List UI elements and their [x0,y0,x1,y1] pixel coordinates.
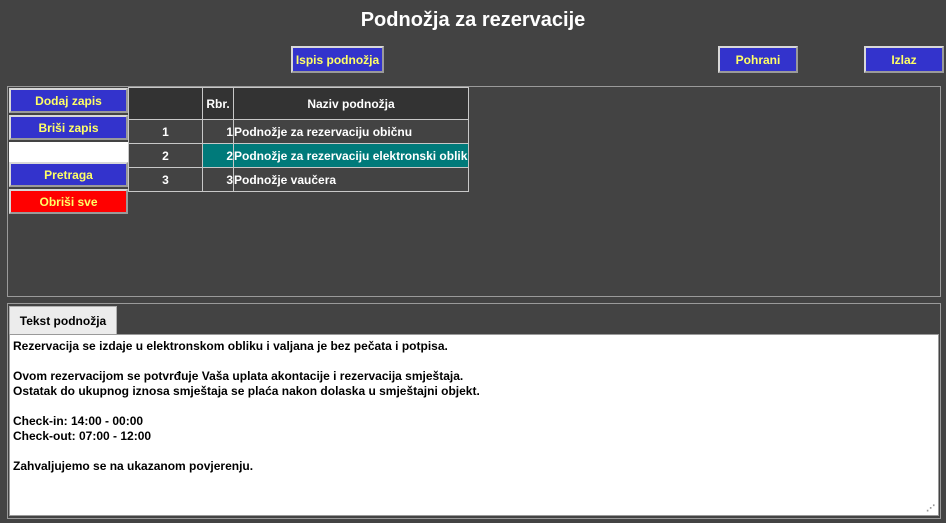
index-column-header [128,87,203,120]
name-column-header[interactable]: Naziv podnožja [233,87,469,120]
name-cell[interactable]: Podnožje vaučera [233,167,469,192]
search-button[interactable]: Pretraga [9,162,128,187]
rbr-cell[interactable]: 1 [202,119,234,144]
resize-grip-icon[interactable]: ⋰ [926,504,935,513]
footer-text-content: Rezervacija se izdaje u elektronskom obl… [13,339,480,473]
row-index-cell[interactable]: 1 [128,119,203,144]
rbr-cell[interactable]: 3 [202,167,234,192]
tab-footer-text[interactable]: Tekst podnožja [9,306,117,334]
table-row[interactable]: 3 3 Podnožje vaučera [128,167,469,192]
add-record-button[interactable]: Dodaj zapis [9,88,128,113]
rbr-cell[interactable]: 2 [202,143,234,168]
delete-record-button[interactable]: Briši zapis [9,115,128,140]
table-row-selected[interactable]: 2 2 Podnožje za rezervaciju elektronski … [128,143,469,168]
page-title: Podnožja za rezervacije [360,9,586,31]
save-button[interactable]: Pohrani [718,46,798,73]
exit-button[interactable]: Izlaz [864,46,944,73]
table-row[interactable]: 1 1 Podnožje za rezervaciju običnu [128,119,469,144]
rbr-column-header[interactable]: Rbr. [202,87,234,120]
name-cell[interactable]: Podnožje za rezervaciju običnu [233,119,469,144]
clear-all-button[interactable]: Obriši sve [9,189,128,214]
row-index-cell[interactable]: 3 [128,167,203,192]
footer-text-area[interactable]: Rezervacija se izdaje u elektronskom obl… [9,334,939,516]
side-blank-slot [9,142,128,162]
print-footer-button[interactable]: Ispis podnožja [291,46,384,73]
row-index-cell[interactable]: 2 [128,143,203,168]
name-cell[interactable]: Podnožje za rezervaciju elektronski obli… [233,143,469,168]
table-header-row: Rbr. Naziv podnožja [128,87,469,120]
footers-table: Rbr. Naziv podnožja 1 1 Podnožje za reze… [128,87,469,192]
